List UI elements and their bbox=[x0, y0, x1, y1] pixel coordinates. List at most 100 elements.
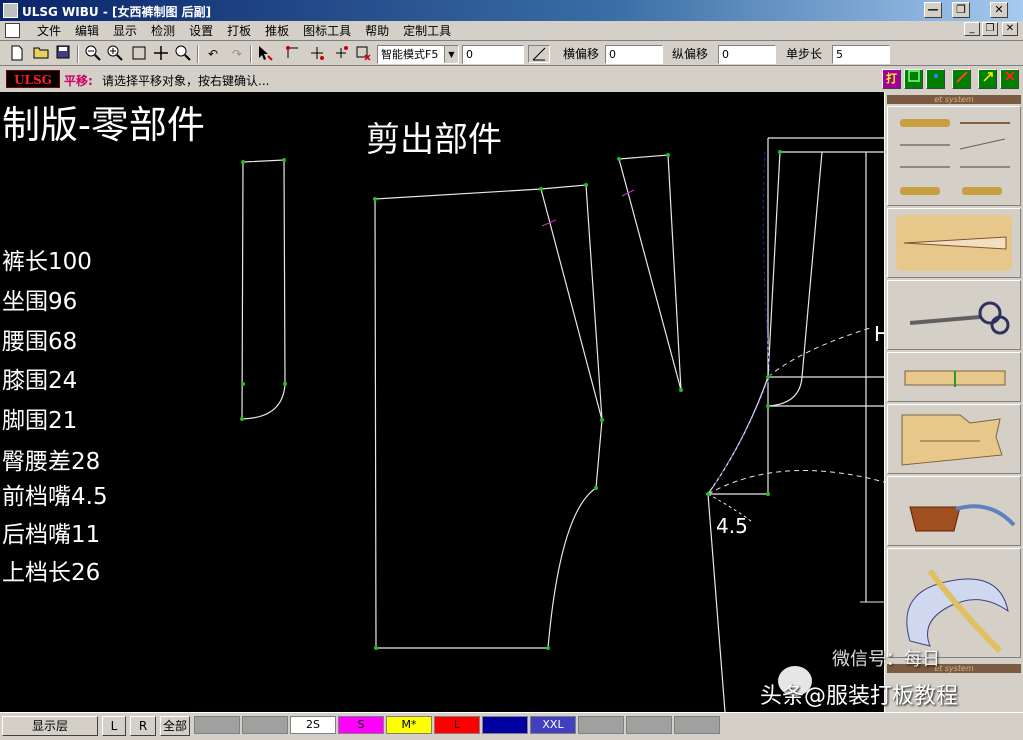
pan-icon[interactable] bbox=[152, 45, 170, 63]
v-offset-label: 纵偏移 bbox=[672, 47, 709, 61]
scissors-tool-tile[interactable] bbox=[887, 280, 1021, 350]
minimize-button[interactable]: — bbox=[924, 2, 942, 18]
select-cursor-icon[interactable] bbox=[256, 45, 274, 63]
rectangle-tool-icon[interactable] bbox=[904, 69, 923, 89]
app-icon bbox=[3, 3, 18, 18]
step-label: 单步长 bbox=[786, 47, 823, 61]
dart-line bbox=[540, 188, 603, 421]
mode-select[interactable]: 智能模式F5 ▼ bbox=[377, 45, 459, 64]
angle-tool-icon[interactable] bbox=[528, 45, 550, 63]
document-icon[interactable] bbox=[5, 23, 20, 38]
toolbar-separator bbox=[77, 45, 79, 63]
notch-tool-tile[interactable] bbox=[887, 352, 1021, 402]
close-tool-icon[interactable] bbox=[1000, 69, 1019, 89]
pencil-icon bbox=[900, 119, 950, 127]
open-folder-icon[interactable] bbox=[32, 45, 50, 63]
crotch-annotation: 4.5 bbox=[716, 514, 748, 538]
right-tool-strip: 打 bbox=[880, 67, 1023, 91]
drawing-tools-tile[interactable] bbox=[887, 106, 1021, 206]
point-tool-icon[interactable] bbox=[926, 69, 945, 89]
display-layer-button[interactable]: 显示层 bbox=[2, 716, 98, 736]
mdi-minimize-button[interactable]: _ bbox=[964, 22, 980, 36]
layer-left-button[interactable]: L bbox=[102, 716, 126, 736]
menu-pattern[interactable]: 打板 bbox=[220, 23, 258, 39]
size-l[interactable]: L bbox=[434, 716, 480, 734]
status-hint: 请选择平移对象，按右键确认... bbox=[102, 74, 270, 88]
zoom-in-icon[interactable] bbox=[106, 45, 124, 63]
notch-icon bbox=[904, 370, 1006, 387]
size-slot[interactable] bbox=[578, 716, 624, 734]
menu-file[interactable]: 文件 bbox=[30, 23, 68, 39]
new-file-icon[interactable] bbox=[8, 45, 26, 63]
curve-ruler-icon bbox=[906, 569, 1009, 654]
pencil-tool-tile[interactable] bbox=[887, 208, 1021, 278]
size-slot[interactable] bbox=[194, 716, 240, 734]
h-offset-input[interactable]: 0 bbox=[605, 45, 663, 64]
redo-icon[interactable]: ↷ bbox=[228, 45, 246, 63]
maximize-button[interactable]: ❐ bbox=[952, 2, 970, 18]
undo-icon[interactable]: ↶ bbox=[204, 45, 222, 63]
size-m[interactable]: M* bbox=[386, 716, 432, 734]
toolbar: ↶ ↷ 智能模式F5 ▼ 0 横偏移 0 纵偏移 0 单步长 5 bbox=[0, 42, 1023, 66]
v-offset-input[interactable]: 0 bbox=[718, 45, 776, 64]
pattern-drawing bbox=[240, 137, 884, 712]
line-tool-icon[interactable] bbox=[952, 69, 971, 89]
all-layers-button[interactable]: 全部 bbox=[160, 716, 190, 736]
menu-custom-tools[interactable]: 定制工具 bbox=[396, 23, 458, 39]
wash-basin-tile[interactable] bbox=[887, 476, 1021, 546]
watermark-text: @服装打板教程 bbox=[804, 684, 959, 709]
h-offset-label: 横偏移 bbox=[563, 47, 600, 61]
window-title: ULSG WIBU - [女西裤制图 后副] bbox=[22, 5, 212, 19]
step-input[interactable]: 5 bbox=[832, 45, 890, 64]
drawing-canvas[interactable]: 制版-零部件 剪出部件 裤长100 坐围96 腰围68 膝围24 脚围21 臀腰… bbox=[0, 92, 884, 712]
bottom-bar: 显示层 L R 全部 2S S M* L XL XXL bbox=[0, 712, 1023, 740]
size-slot[interactable] bbox=[626, 716, 672, 734]
add-point-icon[interactable] bbox=[332, 45, 350, 63]
curve-ruler-tile[interactable] bbox=[887, 548, 1021, 658]
wash-basin-icon bbox=[909, 504, 1016, 532]
zoom-out-icon[interactable] bbox=[84, 45, 102, 63]
mdi-restore-button[interactable]: ❐ bbox=[982, 22, 998, 36]
size-s[interactable]: S bbox=[338, 716, 384, 734]
ulsg-logo: ULSG bbox=[6, 70, 60, 88]
edge-letter: H bbox=[874, 322, 884, 346]
size-slot[interactable] bbox=[674, 716, 720, 734]
size-xxl[interactable]: XXL bbox=[530, 716, 576, 734]
back-panel bbox=[374, 184, 603, 649]
menu-settings[interactable]: 设置 bbox=[182, 23, 220, 39]
menu-grade[interactable]: 推板 bbox=[258, 23, 296, 39]
toolbar-separator bbox=[250, 45, 252, 63]
size-xl[interactable]: XL bbox=[482, 716, 528, 734]
move-points-icon[interactable] bbox=[284, 45, 302, 63]
menu-view[interactable]: 显示 bbox=[106, 23, 144, 39]
close-button[interactable]: ✕ bbox=[990, 2, 1008, 18]
menu-help[interactable]: 帮助 bbox=[358, 23, 396, 39]
toolbar-separator bbox=[197, 45, 199, 63]
save-icon[interactable] bbox=[54, 45, 72, 63]
scissors-icon bbox=[909, 301, 1010, 335]
menu-icon-tools[interactable]: 图标工具 bbox=[296, 23, 358, 39]
waistband-piece bbox=[241, 159, 286, 420]
zoom-window-icon[interactable] bbox=[130, 45, 148, 63]
menu-bar: 文件 编辑 显示 检测 设置 打板 推板 图标工具 帮助 定制工具 bbox=[0, 21, 1023, 41]
value-field[interactable]: 0 bbox=[462, 45, 524, 64]
watermark: 头条@服装打板教程 bbox=[760, 678, 958, 710]
align-points-icon[interactable] bbox=[308, 45, 326, 63]
size-slot[interactable] bbox=[242, 716, 288, 734]
tool-palette: et system et system bbox=[884, 92, 1023, 712]
zoom-all-icon[interactable] bbox=[174, 45, 192, 63]
status-bar: ULSG 平移: 请选择平移对象，按右键确认... bbox=[0, 67, 880, 91]
menu-check[interactable]: 检测 bbox=[144, 23, 182, 39]
pattern-mode-icon[interactable]: 打 bbox=[882, 69, 901, 89]
size-2s[interactable]: 2S bbox=[290, 716, 336, 734]
layer-right-button[interactable]: R bbox=[130, 716, 156, 736]
arrow-tool-icon[interactable] bbox=[978, 69, 997, 89]
delete-point-icon[interactable] bbox=[354, 45, 372, 63]
pattern-piece-icon bbox=[901, 414, 1003, 466]
pattern-piece-tile[interactable] bbox=[887, 404, 1021, 474]
mdi-close-button[interactable]: ✕ bbox=[1002, 22, 1018, 36]
menu-edit[interactable]: 编辑 bbox=[68, 23, 106, 39]
chevron-down-icon[interactable]: ▼ bbox=[444, 46, 458, 63]
tape-icon bbox=[900, 187, 940, 195]
palette-band-top: et system bbox=[887, 95, 1021, 104]
